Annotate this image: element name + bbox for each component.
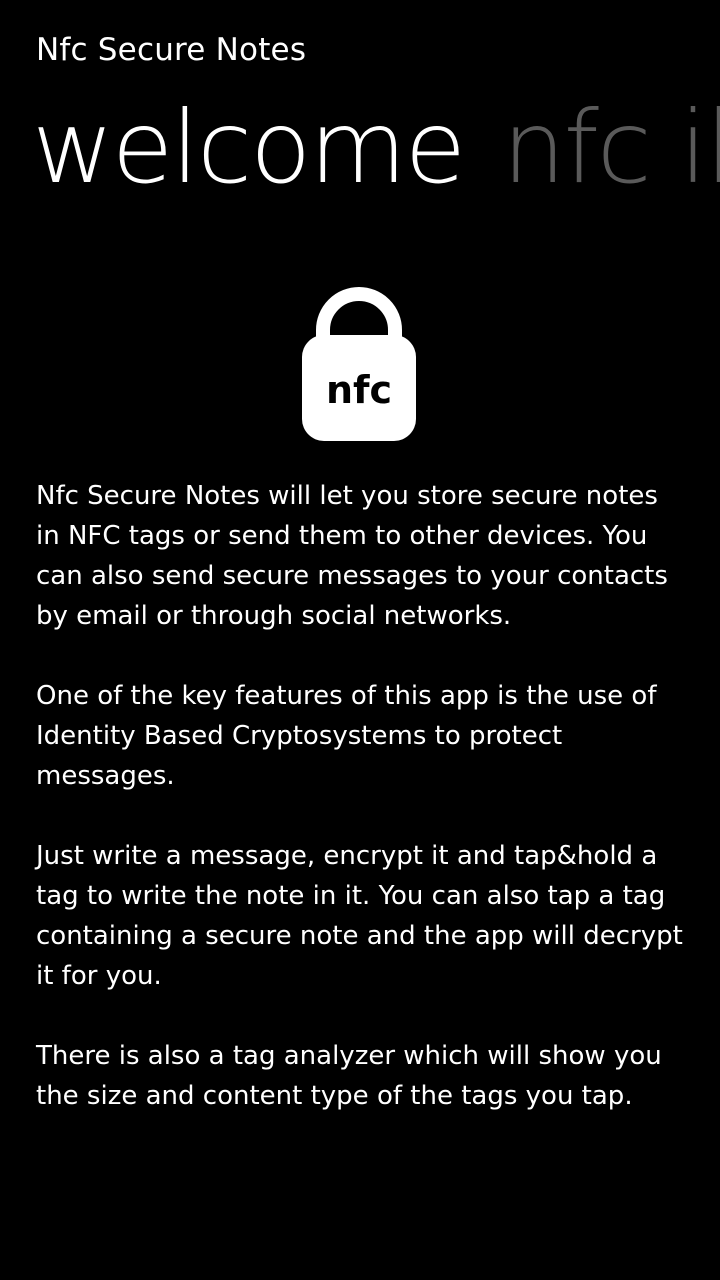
welcome-paragraph: One of the key features of this app is t…: [36, 681, 657, 791]
pivot-item-welcome[interactable]: welcome: [32, 88, 466, 208]
lock-icon: nfc: [302, 283, 416, 441]
pivot-header: welcome nfc ib: [32, 88, 720, 208]
welcome-paragraph: There is also a tag analyzer which will …: [36, 1041, 662, 1111]
pivot-item-nfc-ib[interactable]: nfc ib: [502, 88, 720, 208]
lock-icon-label: nfc: [326, 368, 392, 412]
welcome-paragraph: Just write a message, encrypt it and tap…: [36, 841, 683, 991]
welcome-content: Nfc Secure Notes will let you store secu…: [36, 476, 686, 1156]
welcome-paragraph: Nfc Secure Notes will let you store secu…: [36, 481, 668, 631]
app-title: Nfc Secure Notes: [36, 32, 307, 68]
